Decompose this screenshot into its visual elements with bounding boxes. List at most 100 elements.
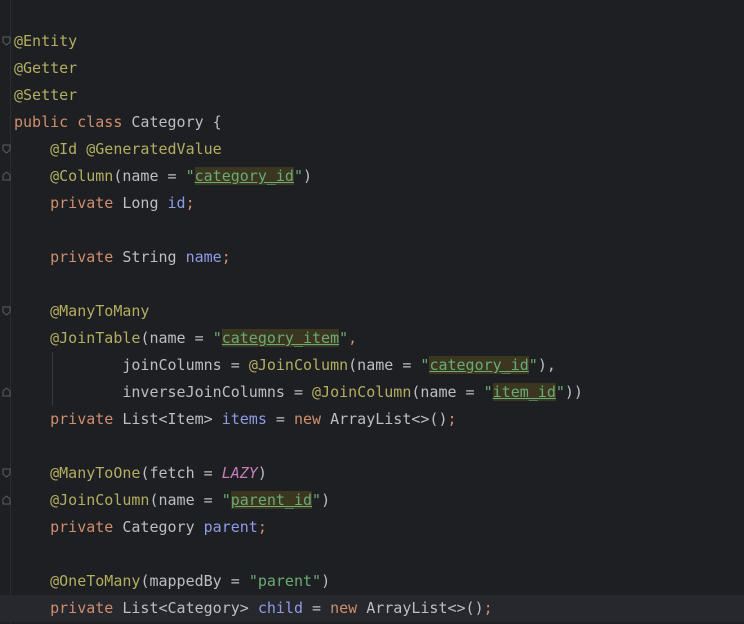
code-line[interactable]: @Column(name = "category_id"): [0, 163, 744, 190]
code-text: @Column(name = "category_id"): [14, 163, 312, 190]
code-line[interactable]: @Getter: [0, 55, 744, 82]
code-text: @Setter: [14, 82, 77, 109]
indent-guide: [52, 352, 53, 406]
code-token: ": [212, 329, 222, 347]
code-token: Category: [113, 518, 204, 536]
code-token: @Id: [50, 140, 78, 158]
code-token: items: [221, 410, 267, 428]
code-line[interactable]: @Entity: [0, 28, 744, 55]
code-token: =: [266, 410, 294, 428]
code-token: "parent": [248, 572, 322, 590]
code-editor[interactable]: @Entity @Getter @Setter public class Catego…: [0, 0, 744, 624]
code-text: private Long id;: [14, 190, 195, 217]
code-token: private: [50, 248, 114, 266]
code-text: @ManyToOne(fetch = LAZY): [14, 460, 267, 487]
code-line[interactable]: public class Category {: [0, 109, 744, 136]
code-token: ": [339, 329, 349, 347]
fold-marker-icon[interactable]: [2, 495, 11, 505]
code-token: private: [50, 518, 114, 536]
code-token: ): [321, 491, 331, 509]
code-token: (fetch =: [140, 464, 222, 482]
code-text: @Id @GeneratedValue: [14, 136, 222, 163]
code-text: @JoinTable(name = "category_item",: [14, 325, 357, 352]
code-line[interactable]: @Id @GeneratedValue: [0, 136, 744, 163]
code-token: Long: [113, 194, 168, 212]
code-line[interactable]: @JoinTable(name = "category_item",: [0, 325, 744, 352]
code-token: id: [167, 194, 186, 212]
code-token: ": [185, 167, 195, 185]
code-text: public class Category {: [14, 109, 222, 136]
code-token: ;: [221, 248, 231, 266]
fold-marker-icon[interactable]: [2, 306, 11, 316]
code-line[interactable]: inverseJoinColumns = @JoinColumn(name = …: [0, 379, 744, 406]
fold-marker-icon[interactable]: [2, 171, 11, 181]
code-token: name: [185, 248, 222, 266]
code-token: @GeneratedValue: [86, 140, 222, 158]
code-line[interactable]: @ManyToMany: [0, 298, 744, 325]
code-line[interactable]: [0, 433, 744, 460]
code-token: LAZY: [221, 464, 258, 482]
code-line[interactable]: @ManyToOne(fetch = LAZY): [0, 460, 744, 487]
code-token: (name =: [149, 491, 222, 509]
code-token: new: [330, 599, 358, 617]
code-line[interactable]: private String name;: [0, 244, 744, 271]
code-token: ": [312, 491, 322, 509]
code-token: @ManyToOne: [50, 464, 141, 482]
code-token: @Getter: [14, 59, 78, 77]
code-token: public: [14, 113, 69, 131]
fold-marker-icon[interactable]: [2, 468, 11, 478]
fold-marker-icon[interactable]: [2, 387, 11, 397]
code-token: (name =: [348, 356, 421, 374]
code-token: category_item: [221, 329, 340, 347]
code-line[interactable]: [0, 541, 744, 568]
code-token: inverseJoinColumns =: [14, 383, 313, 401]
code-token: )): [564, 383, 583, 401]
code-token: private: [50, 194, 114, 212]
code-text: private List<Category> child = new Array…: [14, 595, 493, 622]
code-token: ;: [483, 599, 493, 617]
fold-marker-icon[interactable]: [2, 144, 11, 154]
code-token: child: [257, 599, 303, 617]
code-token: ": [483, 383, 493, 401]
code-token: List<Category>: [113, 599, 258, 617]
code-line[interactable]: @Setter: [0, 82, 744, 109]
code-token: ;: [447, 410, 457, 428]
code-token: parent: [203, 518, 258, 536]
fold-marker-icon[interactable]: [2, 36, 11, 46]
code-line[interactable]: private Category parent;: [0, 514, 744, 541]
code-text: @OneToMany(mappedBy = "parent"): [14, 568, 330, 595]
code-line[interactable]: @JoinColumn(name = "parent_id"): [0, 487, 744, 514]
code-token: List<Item>: [113, 410, 222, 428]
code-text: @Entity: [14, 28, 77, 55]
code-token: parent_id: [230, 491, 313, 509]
code-line[interactable]: private Long id;: [0, 190, 744, 217]
code-line[interactable]: private List<Item> items = new ArrayList…: [0, 406, 744, 433]
code-token: ): [321, 572, 331, 590]
code-token: ": [221, 491, 231, 509]
code-line[interactable]: [0, 217, 744, 244]
code-line[interactable]: private List<Category> child = new Array…: [0, 595, 744, 622]
code-text: private Category parent;: [14, 514, 267, 541]
code-token: (mappedBy =: [140, 572, 249, 590]
code-token: @JoinColumn: [312, 383, 412, 401]
code-token: String: [113, 248, 186, 266]
code-line[interactable]: [0, 271, 744, 298]
code-token: ),: [537, 356, 556, 374]
code-token: ;: [185, 194, 195, 212]
code-text: inverseJoinColumns = @JoinColumn(name = …: [14, 379, 583, 406]
code-token: category_id: [194, 167, 294, 185]
code-token: joinColumns =: [14, 356, 249, 374]
code-token: category_id: [429, 356, 529, 374]
code-line[interactable]: joinColumns = @JoinColumn(name = "catego…: [0, 352, 744, 379]
code-token: (name =: [411, 383, 484, 401]
code-token: ArrayList<>(): [357, 599, 484, 617]
code-token: @Setter: [14, 86, 78, 104]
code-line[interactable]: @OneToMany(mappedBy = "parent"): [0, 568, 744, 595]
